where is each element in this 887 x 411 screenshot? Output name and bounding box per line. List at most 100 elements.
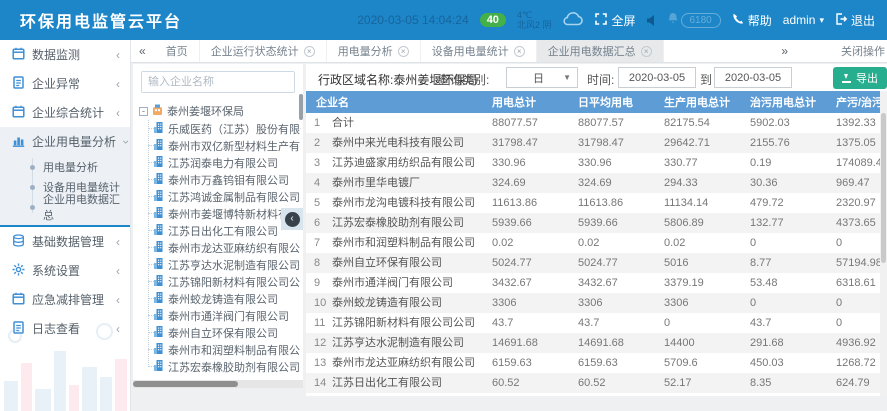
user-menu[interactable]: admin ▾ <box>783 13 824 27</box>
tree-company-node[interactable]: 泰州市双亿新型材料生产有限公司 <box>144 137 301 154</box>
close-icon[interactable]: × <box>514 46 525 57</box>
tab-2[interactable]: 用电量分析× <box>327 40 421 62</box>
table-row[interactable]: 15泰州市姜堰博特新材料有限公司820.04820.04738.4543.064… <box>306 393 887 396</box>
tree-horizontal-scrollbar[interactable] <box>133 380 303 388</box>
tree-root-node[interactable]: -泰州姜堰环保局 <box>139 102 301 120</box>
org-icon <box>152 104 163 118</box>
company-label: 江苏润泰电力有限公司 <box>168 155 278 171</box>
help-label: 帮助 <box>748 12 772 29</box>
table-row[interactable]: 5泰州市龙沟电镀科技有限公司11613.8611613.8611134.1447… <box>306 193 887 213</box>
fullscreen-button[interactable]: 全屏 <box>595 12 635 29</box>
alarm-badge[interactable]: 6180 <box>668 13 721 28</box>
value-cell: 3432.67 <box>578 273 664 293</box>
close-operations-menu[interactable]: 关闭操作 <box>841 43 885 59</box>
calendar-icon <box>12 47 25 63</box>
close-icon[interactable]: × <box>398 46 409 57</box>
tree-company-node[interactable]: 泰州市通洋阀门有限公司 <box>144 307 301 324</box>
tabbar-right: » 关闭操作 <box>772 43 887 59</box>
sidebar-item-2[interactable]: 企业综合统计‹ <box>0 98 130 127</box>
column-header[interactable]: 用电总计 <box>492 94 578 110</box>
tree-company-node[interactable]: 江苏鸿诚金属制品有限公司 <box>144 188 301 205</box>
table-row[interactable]: 10泰州蛟龙铸造有限公司33063306330600 <box>306 293 887 313</box>
company-name-cell: 泰州市姜堰博特新材料有限公司 <box>332 393 492 396</box>
tree-company-node[interactable]: 乐威医药（江苏）股份有限公司 <box>144 120 301 137</box>
sidebar-subitem[interactable]: 用电量分析 <box>0 157 130 177</box>
sidebar-item-5[interactable]: 系统设置‹ <box>0 256 130 285</box>
company-label: 江苏鸿诚金属制品有限公司 <box>168 189 300 205</box>
sidebar-subitem[interactable]: 企业用电数据汇总 <box>0 197 130 217</box>
scroll-tabs-right-icon[interactable]: » <box>772 44 797 58</box>
panel-collapse-button[interactable]: ‹ <box>281 208 303 230</box>
sidebar-item-6[interactable]: 应急减排管理‹ <box>0 285 130 314</box>
tree-company-node[interactable]: 泰州市龙达亚麻纺织有限公司 <box>144 239 301 256</box>
table-row[interactable]: 9泰州市通洋阀门有限公司3432.673432.673379.1953.4863… <box>306 273 887 293</box>
export-button[interactable]: 导出 <box>833 67 887 89</box>
building-icon <box>154 224 164 238</box>
table-row[interactable]: 6江苏宏泰橡胶助剂有限公司5939.665939.665806.89132.77… <box>306 213 887 233</box>
scroll-tabs-left-icon[interactable]: « <box>130 44 155 58</box>
scrollbar-thumb[interactable] <box>881 113 886 263</box>
scrollbar-thumb[interactable] <box>133 381 238 387</box>
column-header[interactable]: 企业名 <box>306 94 492 110</box>
fullscreen-icon <box>595 13 607 28</box>
column-header[interactable]: 日平均用电 <box>578 94 664 110</box>
tree-company-node[interactable]: 江苏宏泰橡胶助剂有限公司 <box>144 358 301 375</box>
close-icon[interactable]: × <box>641 46 652 57</box>
tree-company-node[interactable]: 泰州蛟龙铸造有限公司 <box>144 290 301 307</box>
tab-3[interactable]: 设备用电量统计× <box>421 40 537 62</box>
query-type-select[interactable]: 日 ▼ <box>506 67 578 88</box>
table-row[interactable]: 11江苏锦阳新材料有限公司公司43.743.7043.70 <box>306 313 887 333</box>
table-row[interactable]: 12江苏亨达水泥制造有限公司14691.6814691.6814400291.6… <box>306 333 887 353</box>
table-row[interactable]: 4泰州市里华电镀厂324.69324.69294.3330.36969.47 <box>306 173 887 193</box>
to-label: 到 <box>700 71 712 88</box>
tree-company-node[interactable]: 泰州市和润塑料制品有限公司 <box>144 341 301 358</box>
value-cell: 88077.57 <box>492 113 578 133</box>
table-row[interactable]: 7泰州市和润塑料制品有限公司0.020.020.0200 <box>306 233 887 253</box>
company-name-cell: 泰州市龙达亚麻纺织有限公司 <box>332 353 492 373</box>
tree-company-node[interactable]: 江苏锦阳新材料有限公司公司 <box>144 273 301 290</box>
sidebar-item-4[interactable]: 基础数据管理‹ <box>0 227 130 256</box>
column-header[interactable]: 生产用电总计 <box>664 94 750 110</box>
date-to-input[interactable]: 2020-03-05 <box>714 67 792 88</box>
table-row[interactable]: 14江苏日出化工有限公司60.5260.5252.178.35624.79 <box>306 373 887 393</box>
table-row[interactable]: 1合计88077.5788077.5782175.545902.031392.3… <box>306 113 887 133</box>
table-row[interactable]: 3江苏迪盛家用纺织品有限公司330.96330.96330.770.191740… <box>306 153 887 173</box>
date-from-input[interactable]: 2020-03-05 <box>618 67 696 88</box>
table-row[interactable]: 8泰州自立环保有限公司5024.775024.7750168.7757194.9… <box>306 253 887 273</box>
tab-bar: « 首页企业运行状态统计×用电量分析×设备用电量统计×企业用电数据汇总× » 关… <box>130 40 887 63</box>
table-vertical-scrollbar[interactable] <box>880 91 887 396</box>
tree-expander-icon[interactable]: - <box>139 107 148 116</box>
company-label: 泰州市和润塑料制品有限公司 <box>168 342 301 358</box>
sidebar-item-3[interactable]: 企业用电量分析‹ <box>0 127 130 156</box>
tree-company-node[interactable]: 泰州市万鑫钨钼有限公司 <box>144 171 301 188</box>
mute-icon[interactable] <box>647 15 657 26</box>
company-label: 江苏宏泰橡胶助剂有限公司 <box>168 359 300 375</box>
tab-1[interactable]: 企业运行状态统计× <box>200 40 327 62</box>
company-name-cell: 泰州自立环保有限公司 <box>332 253 492 273</box>
company-name-cell: 泰州市和润塑料制品有限公司 <box>332 233 492 253</box>
tree-root-node[interactable]: -上海市马陆工业园 <box>139 375 301 376</box>
row-number: 15 <box>306 393 332 396</box>
tree-company-node[interactable]: 江苏润泰电力有限公司 <box>144 154 301 171</box>
tab-4[interactable]: 企业用电数据汇总× <box>537 40 664 62</box>
tree-company-node[interactable]: 江苏亨达水泥制造有限公司 <box>144 256 301 273</box>
tree-vertical-scrollbar[interactable] <box>299 94 303 120</box>
sidebar-item-0[interactable]: 数据监测‹ <box>0 40 130 69</box>
table-row[interactable]: 13泰州市龙达亚麻纺织有限公司6159.636159.635709.6450.0… <box>306 353 887 373</box>
table-row[interactable]: 2泰州中来光电科技有限公司31798.4731798.4729642.71215… <box>306 133 887 153</box>
help-button[interactable]: 帮助 <box>732 12 772 29</box>
company-search-input[interactable] <box>141 71 295 93</box>
tree-company-node[interactable]: 泰州自立环保有限公司 <box>144 324 301 341</box>
value-cell: 820.04 <box>578 393 664 396</box>
tree-company-node[interactable]: 泰州市姜堰博特新材料有限公司 <box>144 205 301 222</box>
tree-company-node[interactable]: 江苏日出化工有限公司 <box>144 222 301 239</box>
tab-0[interactable]: 首页 <box>155 40 200 62</box>
close-icon[interactable]: × <box>304 46 315 57</box>
value-cell: 31798.47 <box>578 133 664 153</box>
value-cell: 43.7 <box>750 313 836 333</box>
sidebar-item-7[interactable]: 日志查看‹ <box>0 314 130 343</box>
sidebar-item-1[interactable]: 企业异常‹ <box>0 69 130 98</box>
column-header[interactable]: 治污用电总计 <box>750 94 836 110</box>
logout-button[interactable]: 退出 <box>835 12 875 29</box>
value-cell: 30.36 <box>750 173 836 193</box>
